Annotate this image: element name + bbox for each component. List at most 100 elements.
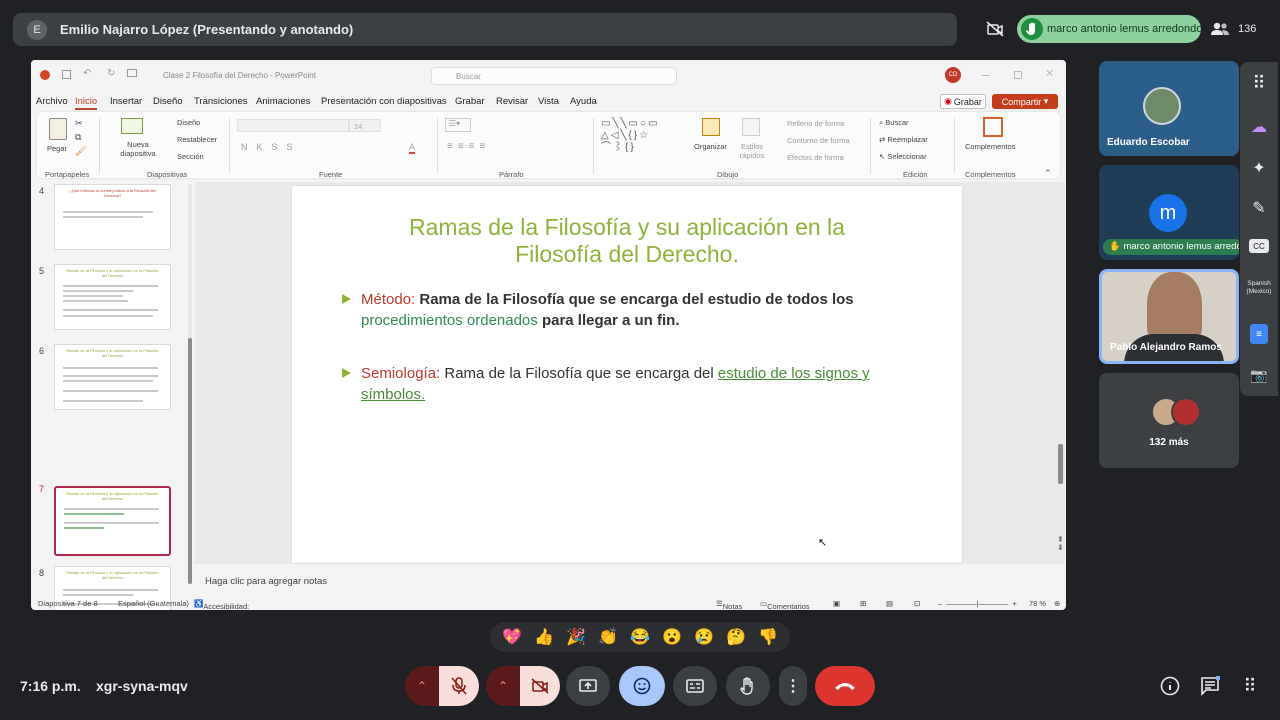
more-participants-tile[interactable]: 132 más bbox=[1099, 373, 1239, 468]
reaction-surprised[interactable]: 😮 bbox=[662, 627, 682, 647]
font-name-select[interactable] bbox=[237, 119, 349, 132]
emoji-button[interactable] bbox=[619, 666, 665, 706]
mic-options-button[interactable]: ⌃ bbox=[405, 666, 439, 706]
participant-tile-marco[interactable]: m ✋ marco antonio lemus arredondo bbox=[1099, 165, 1239, 260]
user-avatar[interactable]: CD bbox=[945, 67, 961, 83]
shapes-gallery[interactable]: ▭╲╲▭○▭ △◁╲{}☆ ⌒⌇{} bbox=[601, 118, 683, 156]
participant-tile-pablo[interactable]: Pablo Alejandro Ramos bbox=[1099, 269, 1239, 364]
menu-vista[interactable]: Vista bbox=[538, 96, 559, 107]
thumbnail-scroll-thumb[interactable] bbox=[188, 338, 192, 584]
reaction-clap[interactable]: 👏 bbox=[598, 627, 618, 647]
next-slide-icon[interactable]: ⇞ ⇟ bbox=[1057, 536, 1064, 552]
mic-toggle-button[interactable] bbox=[439, 666, 479, 706]
slide-thumb-5[interactable]: Ramas de la Filosofía y su aplicación en… bbox=[54, 264, 171, 330]
slideshow-view-icon[interactable]: ⊡ bbox=[914, 599, 920, 608]
caption-language[interactable]: Spanish (Mexico) bbox=[1241, 280, 1277, 296]
shape-outline-button[interactable]: Contorno de forma bbox=[787, 136, 850, 145]
reaction-thumbs-up[interactable]: 👍 bbox=[534, 627, 554, 647]
reaction-heart[interactable]: 💖 bbox=[502, 627, 522, 647]
chat-icon[interactable] bbox=[1198, 674, 1222, 698]
bullet-semiologia[interactable]: Semiología: Rama de la Filosofía que se … bbox=[342, 363, 881, 405]
menu-ayuda[interactable]: Ayuda bbox=[570, 96, 597, 107]
arrange-button[interactable]: Organizar bbox=[694, 142, 727, 151]
addins-button[interactable]: Complementos bbox=[965, 142, 1015, 151]
menu-archivo[interactable]: Archivo bbox=[36, 96, 68, 107]
select-button[interactable]: ↖ Seleccionar bbox=[879, 152, 927, 161]
slide-thumb-6[interactable]: Ramas de la Filosofía y su aplicación en… bbox=[54, 344, 171, 410]
slide-scroll-thumb[interactable] bbox=[1058, 444, 1063, 484]
bullet-metodo[interactable]: Método: Rama de la Filosofía que se enca… bbox=[342, 289, 881, 331]
apps-grid-icon[interactable]: ⠿ bbox=[1248, 72, 1270, 94]
info-icon[interactable] bbox=[1158, 674, 1182, 698]
annotate-icon[interactable]: ✎ bbox=[1248, 197, 1270, 219]
leave-call-button[interactable] bbox=[815, 666, 875, 706]
fit-window-icon[interactable]: ⊕ bbox=[1054, 599, 1060, 608]
participant-tile-eduardo[interactable]: Eduardo Escobar bbox=[1099, 61, 1239, 156]
save-icon[interactable] bbox=[62, 70, 71, 79]
present-screen-button[interactable] bbox=[566, 666, 610, 706]
font-color-icon[interactable]: A bbox=[409, 142, 416, 154]
close-icon[interactable]: ✕ bbox=[1045, 67, 1054, 80]
activities-grid-icon[interactable]: ⠿ bbox=[1238, 674, 1262, 698]
reset-button[interactable]: Restablecer bbox=[177, 135, 217, 144]
menu-transiciones[interactable]: Transiciones bbox=[194, 96, 248, 107]
reading-view-icon[interactable]: ▤ bbox=[886, 599, 893, 608]
captions-button[interactable] bbox=[673, 666, 717, 706]
shape-fill-button[interactable]: Relleno de forma bbox=[787, 119, 844, 128]
replace-button[interactable]: ⇄ Reemplazar bbox=[879, 135, 928, 144]
share-button[interactable]: Compartir ▾ bbox=[992, 94, 1058, 109]
font-size-select[interactable]: 24 bbox=[349, 119, 381, 132]
accessibility-status[interactable]: ♿ Accesibilidad: es necesario investigar bbox=[194, 599, 249, 610]
ppt-search-input[interactable]: Buscar bbox=[431, 67, 677, 85]
paste-button[interactable]: Pegar bbox=[47, 144, 67, 153]
current-slide[interactable]: Ramas de la Filosofía y su aplicación en… bbox=[292, 186, 962, 563]
captions-icon[interactable]: CC bbox=[1249, 239, 1269, 253]
menu-revisar[interactable]: Revisar bbox=[496, 96, 528, 107]
normal-view-icon[interactable]: ▣ bbox=[833, 599, 840, 608]
notes-pane[interactable]: Haga clic para agregar notas bbox=[195, 572, 1065, 594]
copy-icon[interactable]: ⧉ bbox=[75, 132, 81, 143]
slide-title[interactable]: Ramas de la Filosofía y su aplicación en… bbox=[292, 214, 962, 268]
quick-styles-button[interactable]: Estilos rápidos bbox=[735, 142, 769, 160]
notes-toggle[interactable]: ☰ Notas bbox=[716, 599, 742, 610]
activities-icon[interactable]: ☁ bbox=[1248, 116, 1270, 138]
menu-grabar[interactable]: Grabar bbox=[455, 96, 485, 107]
reaction-thumbs-down[interactable]: 👎 bbox=[758, 627, 778, 647]
maximize-icon[interactable] bbox=[1014, 71, 1022, 79]
reaction-thinking[interactable]: 🤔 bbox=[726, 627, 746, 647]
gemini-icon[interactable]: ✦ bbox=[1248, 157, 1270, 179]
camera-options-button[interactable]: ⌃ bbox=[486, 666, 520, 706]
shape-effects-button[interactable]: Efectos de forma bbox=[787, 153, 844, 162]
present-icon[interactable] bbox=[127, 69, 137, 77]
sorter-view-icon[interactable]: ⊞ bbox=[860, 599, 866, 608]
more-options-button[interactable]: ⋮ bbox=[779, 666, 807, 706]
language-status[interactable]: Español (Guatemala) bbox=[118, 599, 189, 608]
section-button[interactable]: Sección bbox=[177, 152, 204, 161]
menu-animaciones[interactable]: Animaciones bbox=[256, 96, 310, 107]
reaction-laugh[interactable]: 😂 bbox=[630, 627, 650, 647]
collapse-ribbon-icon[interactable]: ⌃ bbox=[1044, 168, 1052, 179]
camera-toggle-button[interactable] bbox=[520, 666, 560, 706]
menu-presentacion[interactable]: Presentación con diapositivas bbox=[321, 96, 447, 107]
cut-icon[interactable]: ✂ bbox=[75, 118, 83, 129]
format-painter-icon[interactable]: 🖌 bbox=[75, 146, 86, 157]
redo-icon[interactable]: ↻ bbox=[107, 68, 115, 79]
camera-icon[interactable]: 📷 bbox=[1248, 364, 1270, 386]
menu-diseno[interactable]: Diseño bbox=[153, 96, 183, 107]
comments-toggle[interactable]: ▭ Comentarios bbox=[760, 599, 810, 610]
record-button[interactable]: ◉ Grabar bbox=[940, 94, 986, 109]
camera-off-icon[interactable] bbox=[982, 18, 1008, 40]
menu-insertar[interactable]: Insertar bbox=[110, 96, 142, 107]
zoom-level[interactable]: 78 % bbox=[1029, 599, 1046, 608]
notes-doc-icon[interactable]: ≡ bbox=[1250, 324, 1268, 344]
reaction-party[interactable]: 🎉 bbox=[566, 627, 586, 647]
zoom-slider[interactable]: – ————|———— + bbox=[938, 599, 1017, 608]
minimize-icon[interactable] bbox=[982, 75, 990, 76]
layout-button[interactable]: Diseño bbox=[177, 118, 200, 127]
participants-button[interactable]: 136 bbox=[1210, 17, 1256, 41]
new-slide-button[interactable]: Nueva diapositiva bbox=[117, 140, 159, 158]
bullets-icon[interactable]: ☰▾ bbox=[445, 118, 471, 132]
slide-thumb-4[interactable]: ¿Qué interesa la norma jurídica a la Fil… bbox=[54, 184, 171, 250]
slide-thumb-7-selected[interactable]: Ramas de la Filosofía y su aplicación en… bbox=[54, 486, 171, 556]
raise-hand-button[interactable] bbox=[726, 666, 770, 706]
